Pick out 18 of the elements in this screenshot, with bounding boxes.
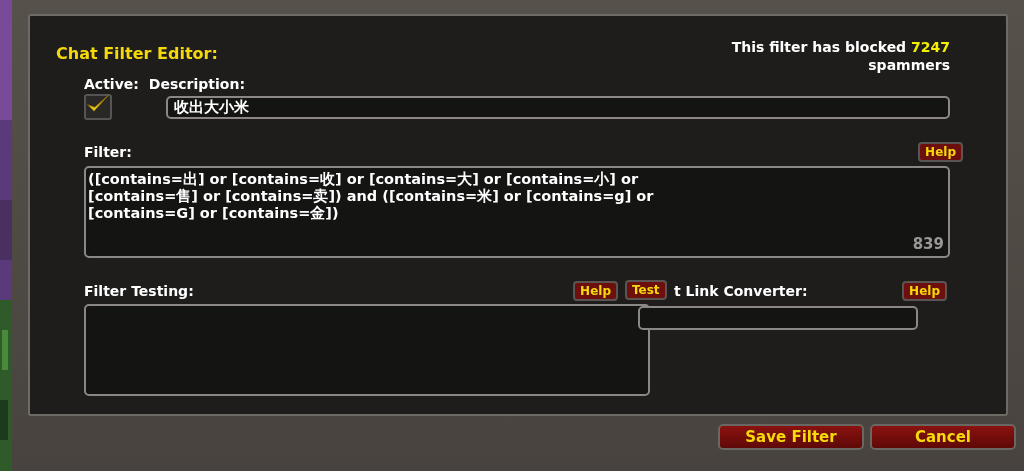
filter-testing-label: Filter Testing:	[84, 283, 194, 299]
blocked-count-text: This filter has blocked 7247 spammers	[731, 38, 950, 74]
link-converter-label: t Link Converter:	[674, 283, 808, 299]
dialog-title: Chat Filter Editor:	[56, 44, 218, 63]
help-button[interactable]: Help	[902, 281, 947, 301]
help-button[interactable]: Help	[573, 281, 618, 301]
description-field[interactable]: 收出大小米	[166, 95, 950, 119]
save-button[interactable]: Save Filter	[718, 424, 864, 450]
test-button[interactable]: Test	[625, 280, 667, 300]
help-button[interactable]: Help	[918, 142, 963, 162]
active-checkbox[interactable]	[84, 94, 112, 120]
description-label: Description:	[148, 76, 245, 92]
filter-label: Filter:	[84, 144, 132, 160]
link-converter-field[interactable]	[638, 306, 918, 330]
filter-field[interactable]: ([contains=出] or [contains=收] or [contains=大] or [contains=小] or [contains=售] or [contains=卖]) and ([contains=米] or [contains=g] or [contains=G] or [contains=金]) 839	[84, 166, 950, 258]
filter-testing-field[interactable]	[84, 304, 650, 396]
cancel-button[interactable]: Cancel	[870, 424, 1016, 450]
active-label: Active:	[84, 76, 139, 92]
